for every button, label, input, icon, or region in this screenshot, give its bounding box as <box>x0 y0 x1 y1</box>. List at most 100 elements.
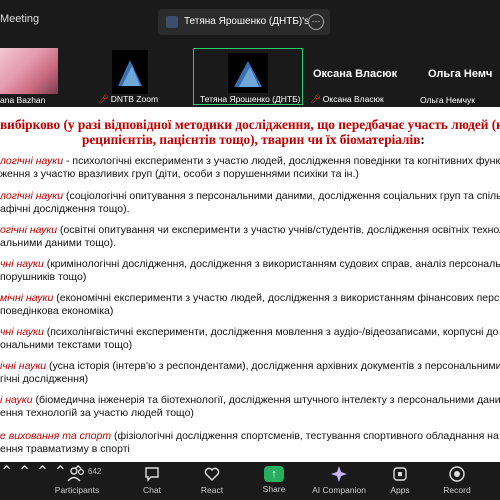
chat-caret-icon[interactable]: ⌃ <box>18 464 31 481</box>
record-icon <box>449 466 465 482</box>
slide-item-line1: мічні науки (економічні експерименти з у… <box>0 292 500 305</box>
participant-photo <box>0 48 58 94</box>
discipline-description: (економічні експерименти з участю людей,… <box>53 292 500 304</box>
slide-heading-line2: реципієнтів, пацієнтів тощо), тварин чи … <box>82 132 421 147</box>
ai-companion-button[interactable]: AI Companion <box>310 462 368 500</box>
participant-tile-active[interactable]: Тетяна Ярошенко (ДНТБ) <box>193 48 303 105</box>
discipline-description: (психолінгвістичні експерименти, дослідж… <box>43 326 499 338</box>
meeting-title: Meeting <box>0 13 40 25</box>
chat-label: Chat <box>143 485 161 495</box>
top-bar: Meeting Тетяна Ярошенко (ДНТБ)'s scree ⋯ <box>0 0 500 42</box>
slide-item-line2: гічні дослідження) <box>0 373 89 385</box>
slide-item-line2: поведінкова економіка) <box>0 305 114 317</box>
ellipsis-icon[interactable]: ⋯ <box>308 14 324 30</box>
slide-item-line2: ення травматизму в спорті <box>0 443 130 455</box>
share-button[interactable]: ↑ Share <box>257 462 291 500</box>
slide-item-line1: чні науки (кримінологічні дослідження, д… <box>0 258 500 271</box>
slide-item: чні науки (кримінологічні дослідження, д… <box>0 258 500 284</box>
discipline-description: (соціологічні опитування з персональними… <box>63 190 500 202</box>
discipline-term: чні науки <box>0 258 44 270</box>
apps-label: Apps <box>390 485 410 495</box>
participant-name: DNTB Zoom <box>110 94 159 104</box>
chat-icon <box>145 467 159 482</box>
share-label: Share <box>262 484 286 494</box>
participants-icon <box>67 467 85 482</box>
slide-item-line1: е виховання та спорт (фізіологічні дослі… <box>0 430 500 443</box>
slide-item-line2: афічні дослідження тощо). <box>0 203 130 215</box>
slide-item: ічні науки (усна історія (інтерв'ю з рес… <box>0 360 500 386</box>
discipline-term: ічні науки <box>0 360 47 372</box>
slide-item-line1: логічні науки - психологічні експеримент… <box>0 155 500 168</box>
apps-icon <box>393 467 407 481</box>
discipline-term: мічні науки <box>0 292 54 304</box>
discipline-description: (освітні опитування чи експерименти з уч… <box>57 224 500 236</box>
shared-screen-slide: вибірково (у разі відповідної методики д… <box>0 107 500 462</box>
participant-tile[interactable]: 🎤︎ Оксана Власюк <box>310 48 410 105</box>
discipline-term: логічні науки <box>0 190 64 202</box>
slide-item: логічні науки - психологічні експеримент… <box>0 155 500 181</box>
slide-item-line2: альними даними тощо). <box>0 237 117 249</box>
discipline-description: (кримінологічні дослідження, дослідження… <box>43 258 500 270</box>
record-label: Record <box>443 485 471 495</box>
slide-item-line1: огічні науки (освітні опитування чи експ… <box>0 224 500 237</box>
slide-item: мічні науки (економічні експерименти з у… <box>0 292 500 318</box>
zoom-app-icon <box>166 16 178 28</box>
slide-item-line2: порушників тощо) <box>0 271 87 283</box>
discipline-description: - психологічні експерименти з участю люд… <box>63 155 500 167</box>
discipline-description: (усна історія (інтерв'ю з респондентами)… <box>46 360 500 372</box>
discipline-description: (фізіологічні дослідження спортсменів, т… <box>111 430 500 442</box>
participant-video <box>98 48 158 94</box>
slide-item-line2: ональними текстами тощо) <box>0 339 133 351</box>
participants-caret-icon[interactable]: ⌃ <box>0 464 13 481</box>
participant-tile[interactable]: ana Bazhan <box>0 48 58 105</box>
slide-item: е виховання та спорт (фізіологічні дослі… <box>0 430 500 456</box>
participant-tile[interactable]: Ольга Немчук <box>420 48 500 105</box>
discipline-term: і науки <box>0 394 33 406</box>
mic-muted-icon: 🎤︎ <box>310 94 321 104</box>
discipline-term: чні науки <box>0 326 44 338</box>
participant-name: ana Bazhan <box>0 95 46 105</box>
chat-button[interactable]: Chat <box>135 462 169 500</box>
react-label: React <box>200 485 224 495</box>
react-button[interactable]: React <box>195 462 229 500</box>
participant-name: Ольга Немчук <box>420 95 476 105</box>
slide-item-line2: ення технологій за участю людей тощо) <box>0 407 194 419</box>
participant-label: 🎤︎ DNTB Zoom <box>98 94 158 105</box>
slide-item: і науки (біомедична інженерія та біотехн… <box>0 394 500 420</box>
meeting-toolbar: 642 Participants ⌃ Chat ⌃ React ⌃ ↑ Shar… <box>0 462 500 500</box>
heart-icon <box>204 467 220 481</box>
participant-name: Оксана Власюк <box>322 94 384 104</box>
react-caret-icon[interactable]: ⌃ <box>36 464 49 481</box>
participant-tile[interactable]: 🎤︎ DNTB Zoom <box>98 48 158 105</box>
slide-item-line1: чні науки (психолінгвістичні експеримент… <box>0 326 500 339</box>
share-icon: ↑ <box>264 466 284 482</box>
slide-heading-colon: : <box>420 132 425 147</box>
apps-button[interactable]: Apps <box>387 462 413 500</box>
slide-item: чні науки (психолінгвістичні експеримент… <box>0 326 500 352</box>
ai-companion-label: AI Companion <box>312 485 366 495</box>
discipline-term: е виховання та спорт <box>0 430 112 442</box>
discipline-term: логічні науки <box>0 155 64 167</box>
mic-muted-icon: 🎤︎ <box>98 94 109 104</box>
slide-heading-line2-wrap: реципієнтів, пацієнтів тощо), тварин чи … <box>82 132 425 147</box>
participants-count: 642 <box>88 467 102 476</box>
screen-share-title: Тетяна Ярошенко (ДНТБ)'s scree <box>184 16 308 27</box>
discipline-description: (біомедична інженерія та біотехнології, … <box>32 394 500 406</box>
participant-name: Тетяна Ярошенко (ДНТБ) <box>200 94 301 104</box>
dntb-logo <box>112 50 148 94</box>
slide-item: огічні науки (освітні опитування чи експ… <box>0 224 500 250</box>
participants-strip: ana Bazhan 🎤︎ DNTB Zoom Тетяна Ярошенко (… <box>0 42 500 107</box>
slide-item: логічні науки (соціологічні опитування з… <box>0 190 500 216</box>
record-button[interactable]: Record <box>440 462 474 500</box>
slide-heading-line1: вибірково (у разі відповідної методики д… <box>0 117 500 132</box>
slide-item-line1: і науки (біомедична інженерія та біотехн… <box>0 394 500 407</box>
slide-item-line1: ічні науки (усна історія (інтерв'ю з рес… <box>0 360 500 373</box>
discipline-term: огічні науки <box>0 224 58 236</box>
screen-share-tab[interactable]: Тетяна Ярошенко (ДНТБ)'s scree ⋯ <box>158 9 330 35</box>
sparkle-icon <box>331 466 347 482</box>
participant-video <box>194 49 302 95</box>
dntb-logo <box>228 53 268 93</box>
slide-item-line2: ження з участю вразливих груп (діти, осо… <box>0 168 359 180</box>
participants-button[interactable]: 642 Participants <box>52 462 102 500</box>
participants-label: Participants <box>54 485 100 495</box>
